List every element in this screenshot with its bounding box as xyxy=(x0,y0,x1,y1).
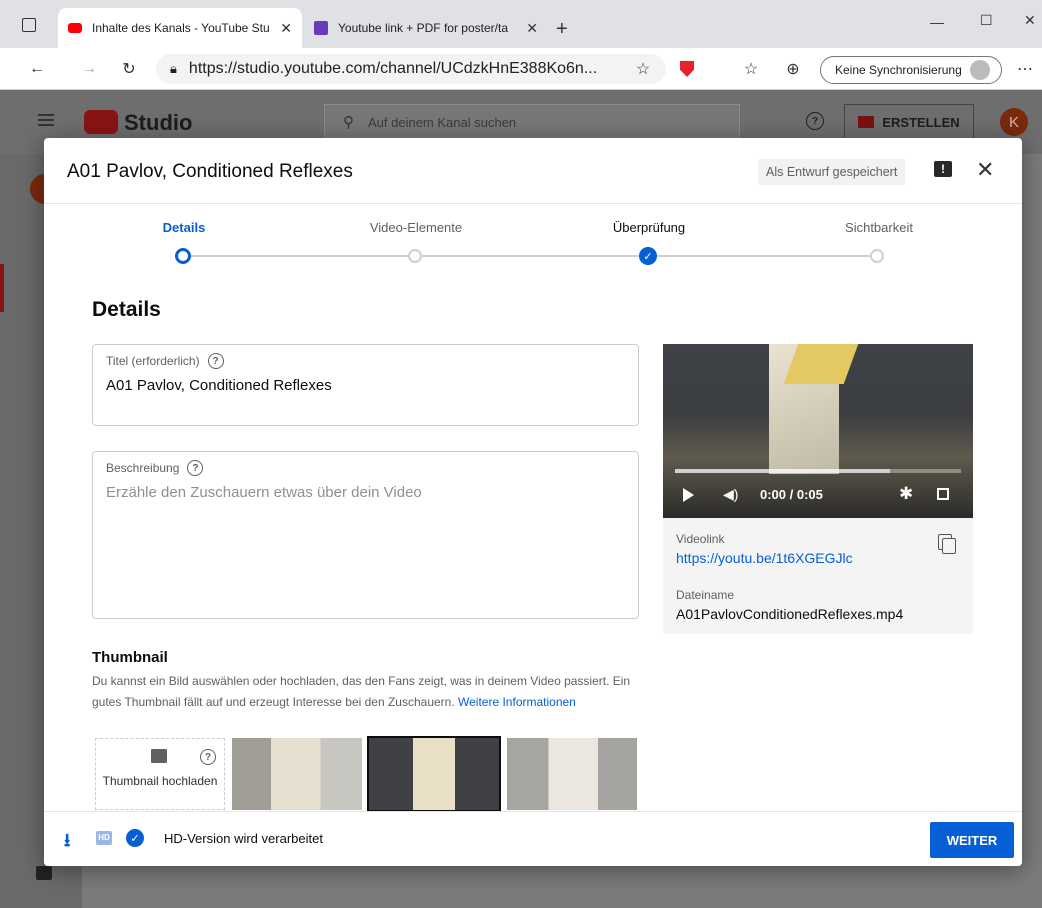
copy-icon[interactable] xyxy=(938,534,956,554)
video-progress-fill xyxy=(675,469,890,473)
close-dialog-icon[interactable]: ✕ xyxy=(976,157,994,183)
help-icon[interactable]: ? xyxy=(187,460,204,476)
avatar[interactable]: K xyxy=(1000,108,1028,136)
back-arrow-icon[interactable]: ← xyxy=(24,56,50,82)
hd-icon: HD xyxy=(96,831,112,845)
step-review-check-icon[interactable]: ✓ xyxy=(639,247,657,265)
new-tab-button[interactable]: + xyxy=(556,18,568,41)
description-field[interactable]: Beschreibung ? Erzähle den Zuschauern et… xyxy=(92,451,639,619)
tab-close-icon[interactable]: ✕ xyxy=(280,20,292,37)
search-placeholder: Auf deinem Kanal suchen xyxy=(368,114,517,130)
next-button[interactable]: WEITER xyxy=(930,822,1014,858)
browser-tab-bar: Inhalte des Kanals - YouTube Stu ✕ Youtu… xyxy=(0,0,1042,48)
create-label: ERSTELLEN xyxy=(882,114,960,130)
help-icon[interactable]: ? xyxy=(806,112,824,130)
video-time: 0:00 / 0:05 xyxy=(760,487,823,502)
dialog-header: A01 Pavlov, Conditioned Reflexes Als Ent… xyxy=(44,138,1022,204)
help-icon[interactable]: ? xyxy=(207,353,224,369)
feedback-icon[interactable] xyxy=(36,866,52,880)
title-field-value: A01 Pavlov, Conditioned Reflexes xyxy=(106,377,332,394)
upload-stepper: Details Video-Elemente Überprüfung ✓ Sic… xyxy=(44,204,1022,292)
thumbnail-description: Du kannst ein Bild auswählen oder hochla… xyxy=(92,671,632,713)
tab-studio[interactable]: Inhalte des Kanals - YouTube Stu ✕ xyxy=(58,8,302,48)
step-visibility-label[interactable]: Sichtbarkeit xyxy=(809,220,949,235)
sidebar-active-indicator xyxy=(0,264,4,312)
videolink-label: Videolink xyxy=(676,532,725,546)
videolink[interactable]: https://youtu.be/1t6XGEGJlc xyxy=(676,550,853,566)
sync-label: Keine Synchronisierung xyxy=(835,63,962,77)
description-field-label-row: Beschreibung ? xyxy=(106,460,204,476)
video-info-panel: Videolink https://youtu.be/1t6XGEGJlc Da… xyxy=(663,518,973,634)
step-video-elements-dot[interactable] xyxy=(408,249,422,263)
workspace-icon[interactable] xyxy=(22,18,36,32)
tab-forms[interactable]: Youtube link + PDF for poster/ta ✕ xyxy=(304,8,548,48)
studio-logo-text: Studio xyxy=(124,110,193,135)
title-field-label: Titel (erforderlich) xyxy=(106,354,200,368)
create-button[interactable]: ERSTELLEN xyxy=(844,104,974,140)
help-icon[interactable]: ? xyxy=(200,749,216,765)
upload-arrow-icon: ⭳ xyxy=(64,830,71,850)
step-visibility-dot[interactable] xyxy=(870,249,884,263)
thumbnail-option-1[interactable] xyxy=(232,738,362,810)
fullscreen-icon[interactable] xyxy=(937,488,949,500)
tab-close-icon[interactable]: ✕ xyxy=(526,20,538,37)
title-field-label-row: Titel (erforderlich) ? xyxy=(106,353,224,369)
dialog-title: A01 Pavlov, Conditioned Reflexes xyxy=(67,161,353,182)
volume-icon[interactable]: ◀) xyxy=(723,486,738,503)
thumbnail-heading: Thumbnail xyxy=(92,649,168,666)
description-placeholder: Erzähle den Zuschauern etwas über dein V… xyxy=(106,484,422,501)
dialog-footer: ⭳ HD ✓ HD-Version wird verarbeitet xyxy=(44,811,1022,866)
more-menu-icon[interactable]: ⋯ xyxy=(1012,56,1038,82)
favorites-list-icon[interactable]: ☆ xyxy=(738,56,764,82)
thumbnail-upload-button[interactable]: ? Thumbnail hochladen xyxy=(95,738,225,810)
search-icon: ⚲ xyxy=(343,114,354,131)
youtube-logo-icon xyxy=(84,110,118,134)
minimize-button[interactable]: — xyxy=(930,14,944,30)
thumbnail-option-2-selected[interactable] xyxy=(367,736,501,812)
add-photo-icon xyxy=(151,749,167,763)
channel-search-input[interactable]: ⚲ Auf deinem Kanal suchen xyxy=(324,104,740,140)
check-icon: ✓ xyxy=(126,829,144,847)
filename: A01PavlovConditionedReflexes.mp4 xyxy=(676,606,904,622)
tab-label: Youtube link + PDF for poster/ta xyxy=(338,21,508,35)
collections-icon[interactable]: ⊕ xyxy=(780,56,806,82)
settings-gear-icon[interactable]: ✱ xyxy=(899,484,913,504)
description-field-label: Beschreibung xyxy=(106,461,180,475)
extension-shield-icon[interactable] xyxy=(680,61,694,77)
thumbnail-option-3[interactable] xyxy=(507,738,637,810)
step-details-label[interactable]: Details xyxy=(114,220,254,235)
thumbnail-upload-label: Thumbnail hochladen xyxy=(102,774,218,788)
profile-avatar-icon xyxy=(969,60,990,80)
url-text: https://studio.youtube.com/channel/UCdzk… xyxy=(188,60,598,77)
section-title: Details xyxy=(92,298,161,321)
forms-favicon-icon xyxy=(314,21,328,35)
upload-dialog: A01 Pavlov, Conditioned Reflexes Als Ent… xyxy=(44,138,1022,866)
feedback-icon[interactable]: ! xyxy=(934,161,952,177)
maximize-button[interactable]: ☐ xyxy=(980,12,993,29)
draft-status-badge: Als Entwurf gespeichert xyxy=(758,159,906,185)
url-field[interactable]: 🔒︎ https://studio.youtube.com/channel/UC… xyxy=(156,54,666,84)
filename-label: Dateiname xyxy=(676,588,735,602)
play-icon[interactable] xyxy=(683,488,694,502)
step-video-elements-label[interactable]: Video-Elemente xyxy=(346,220,486,235)
close-window-button[interactable]: ✕ xyxy=(1024,12,1036,29)
video-camera-icon xyxy=(858,116,875,128)
step-details-dot[interactable] xyxy=(175,248,191,264)
step-review-label[interactable]: Überprüfung xyxy=(579,220,719,235)
thumbnail-more-info-link[interactable]: Weitere Informationen xyxy=(458,695,576,709)
sync-button[interactable]: Keine Synchronisierung xyxy=(820,56,1002,84)
stepper-line-2 xyxy=(651,255,877,257)
hamburger-menu-icon[interactable] xyxy=(38,114,54,126)
processing-status: HD-Version wird verarbeitet xyxy=(164,831,323,846)
forward-arrow-icon[interactable]: → xyxy=(76,56,102,82)
reload-icon[interactable]: ↻ xyxy=(116,56,142,82)
lock-icon: 🔒︎ xyxy=(170,61,177,76)
tab-label: Inhalte des Kanals - YouTube Stu xyxy=(92,21,270,35)
favorite-star-icon[interactable]: ☆ xyxy=(630,56,656,82)
youtube-favicon-icon xyxy=(68,23,82,33)
video-preview[interactable]: ◀) 0:00 / 0:05 ✱ xyxy=(663,344,973,518)
video-frame-note xyxy=(783,344,859,384)
title-field[interactable]: Titel (erforderlich) ? A01 Pavlov, Condi… xyxy=(92,344,639,426)
video-progress-track[interactable] xyxy=(675,469,961,473)
